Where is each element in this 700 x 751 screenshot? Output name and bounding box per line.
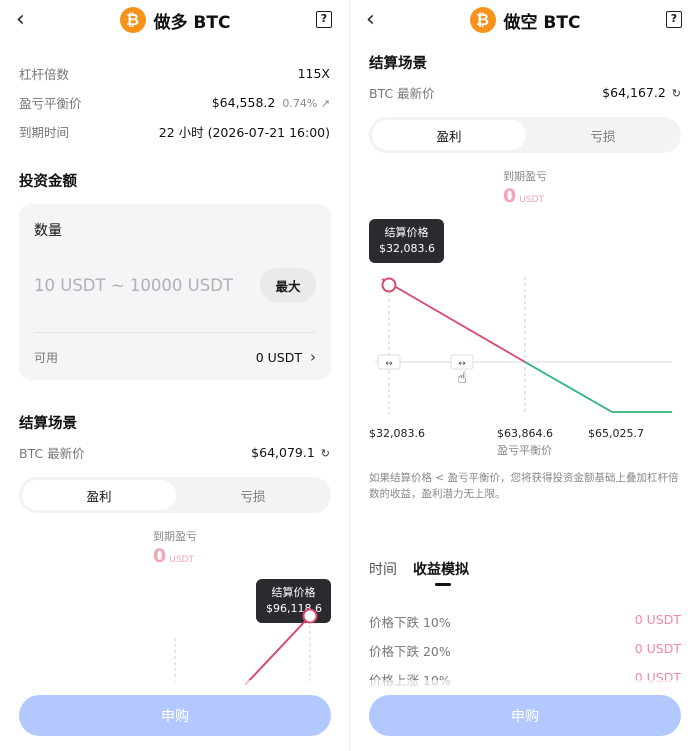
- profit-loss-toggle: 盈利 亏损: [369, 117, 681, 153]
- latest-price-label: BTC 最新价: [19, 446, 85, 461]
- payoff-chart-left: [174, 608, 318, 685]
- scenario-title: 结算场景: [19, 416, 77, 432]
- info-tabs: 时间 收益模拟: [369, 559, 469, 586]
- simulation-row: 价格下跌 10% 0 USDT: [369, 612, 681, 631]
- tab-profit[interactable]: 盈利: [22, 480, 176, 510]
- pnl-label: 到期盈亏: [503, 170, 547, 183]
- breakeven-label: 盈亏平衡价: [19, 96, 82, 111]
- latest-price-wrap: $64,167.2 ↻: [602, 85, 681, 100]
- page-title: 做空 BTC: [503, 12, 581, 33]
- max-button[interactable]: 最大: [260, 268, 316, 302]
- subscribe-button[interactable]: 申购: [369, 695, 681, 736]
- refresh-icon[interactable]: ↻: [321, 447, 330, 460]
- expiry-value: 22 小时 (2026-07-21 16:00): [158, 125, 330, 140]
- invest-title: 投资金额: [19, 174, 77, 190]
- title-wrap: ₿ 做多 BTC: [0, 7, 349, 33]
- pnl-unit: USDT: [169, 555, 194, 565]
- latest-price-value: $64,079.1: [251, 445, 315, 460]
- tab-profit-simulation[interactable]: 收益模拟: [413, 559, 469, 586]
- tab-profit[interactable]: 盈利: [372, 120, 526, 150]
- quantity-input[interactable]: 10 USDT ~ 10000 USDT: [34, 276, 233, 295]
- drag-handle[interactable]: [381, 277, 397, 293]
- loss-line: [524, 361, 672, 413]
- axis-label-breakeven: 盈亏平衡价: [497, 444, 552, 457]
- simulation-value: 0 USDT: [634, 641, 681, 656]
- drag-handle-glyph: ↔: [385, 359, 393, 369]
- card-divider: [34, 332, 316, 333]
- tab-loss[interactable]: 亏损: [528, 120, 678, 150]
- axis-label-mid: $63,864.6: [497, 427, 553, 440]
- payoff-note: 如果结算价格 < 盈亏平衡价，您将获得投资金额基础上叠加杠杆倍数的收益，盈利潜力…: [369, 472, 679, 500]
- tooltip-value: $32,083.6: [379, 242, 435, 255]
- settlement-tooltip: 结算价格 $32,083.6: [369, 219, 444, 263]
- breakeven-value-wrap: $64,558.2 0.74% ↗: [212, 95, 330, 110]
- long-btc-screen: ‹ ₿ 做多 BTC ? 杠杆倍数 115X 盈亏平衡价 $64,558.2 0…: [0, 0, 350, 751]
- title-wrap: ₿ 做空 BTC: [350, 7, 700, 33]
- profit-line: [244, 615, 311, 685]
- tab-loss[interactable]: 亏损: [178, 480, 328, 510]
- leverage-value: 115X: [297, 66, 330, 81]
- pnl-value-wrap: 0 USDT: [153, 545, 194, 567]
- latest-price-row: BTC 最新价 $64,167.2 ↻: [369, 83, 681, 102]
- top-bar: ‹ ₿ 做多 BTC ?: [0, 0, 349, 42]
- leverage-row: 杠杆倍数 115X: [19, 64, 330, 83]
- profit-line: [381, 278, 526, 363]
- pnl-value: 0: [153, 545, 167, 567]
- quantity-label: 数量: [34, 223, 62, 239]
- pnl-unit: USDT: [519, 195, 544, 205]
- axis-label-left: $32,083.6: [369, 427, 425, 440]
- page-title: 做多 BTC: [153, 12, 231, 33]
- chevron-right-icon: ›: [310, 348, 316, 366]
- available-value-wrap[interactable]: 0 USDT ›: [256, 348, 316, 366]
- latest-price-row: BTC 最新价 $64,079.1 ↻: [19, 443, 330, 462]
- pnl-value: 0: [503, 185, 517, 207]
- btc-coin-icon: ₿: [469, 7, 496, 33]
- available-label: 可用: [34, 351, 59, 365]
- axis-label-right: $65,025.7: [588, 427, 644, 440]
- latest-price-value: $64,167.2: [602, 85, 666, 100]
- pnl-label: 到期盈亏: [153, 530, 197, 543]
- simulation-label: 价格下跌 20%: [369, 644, 451, 659]
- quantity-card: 数量 10 USDT ~ 10000 USDT 最大 可用 0 USDT ›: [19, 204, 331, 380]
- breakeven-pct: 0.74% ↗: [282, 97, 330, 110]
- leverage-label: 杠杆倍数: [19, 67, 70, 82]
- breakeven-row: 盈亏平衡价 $64,558.2 0.74% ↗: [19, 93, 330, 112]
- payoff-chart-right: ↔ ↔ ☝: [375, 277, 672, 415]
- profit-loss-toggle: 盈利 亏损: [19, 477, 331, 513]
- help-doc-icon[interactable]: ?: [316, 11, 332, 28]
- hand-pointer-icon: ☝: [457, 368, 467, 387]
- subscribe-button[interactable]: 申购: [19, 695, 331, 736]
- tooltip-label: 结算价格: [384, 226, 429, 239]
- scenario-title: 结算场景: [369, 56, 427, 72]
- tooltip-label: 结算价格: [271, 586, 316, 599]
- drag-handle[interactable]: [302, 608, 318, 624]
- refresh-icon[interactable]: ↻: [672, 87, 681, 100]
- available-value: 0 USDT: [255, 349, 302, 365]
- latest-price-label: BTC 最新价: [369, 86, 435, 101]
- expiry-label: 到期时间: [19, 125, 70, 140]
- top-bar: ‹ ₿ 做空 BTC ?: [350, 0, 700, 42]
- latest-price-wrap: $64,079.1 ↻: [251, 445, 330, 460]
- tab-time[interactable]: 时间: [369, 559, 397, 579]
- short-btc-screen: ‹ ₿ 做空 BTC ? 结算场景 BTC 最新价 $64,167.2 ↻ 盈利…: [350, 0, 700, 751]
- btc-coin-icon: ₿: [119, 7, 146, 33]
- simulation-row: 价格下跌 20% 0 USDT: [369, 641, 681, 660]
- breakeven-value: $64,558.2: [211, 95, 276, 110]
- expiry-row: 到期时间 22 小时 (2026-07-21 16:00): [19, 122, 330, 141]
- help-doc-icon[interactable]: ?: [666, 11, 682, 28]
- pnl-value-wrap: 0 USDT: [503, 185, 544, 207]
- simulation-label: 价格下跌 10%: [369, 615, 451, 630]
- simulation-value: 0 USDT: [634, 612, 681, 627]
